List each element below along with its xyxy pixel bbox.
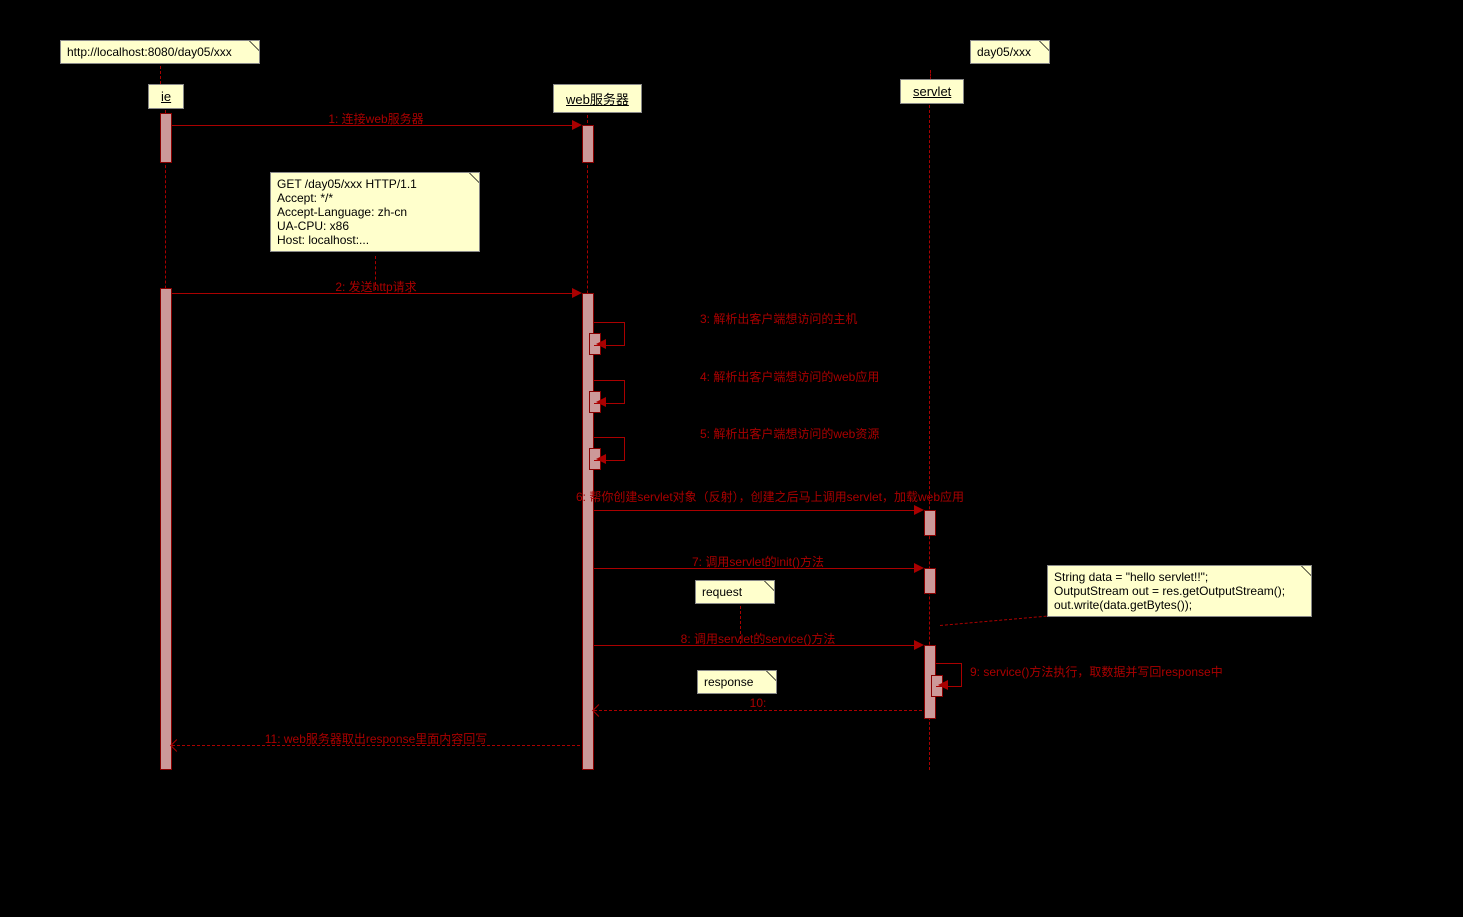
arrow [572,288,582,298]
actor-servlet: servlet [900,79,964,104]
actor-ie: ie [148,84,184,109]
connector [940,616,1047,626]
activation-servlet-7 [924,568,936,594]
msg-5-label: 5: 解析出客户端想访问的web资源 [700,425,879,442]
msg-2-label: 2: 发送http请求 [335,278,416,295]
arrow [596,454,606,464]
note-request: request [695,580,775,604]
arrow [914,640,924,650]
arrow [592,704,605,717]
activation-web-1 [582,125,594,163]
msg-11-label: 11: web服务器取出response里面内容回写 [265,730,488,747]
activation-ie-1 [160,113,172,163]
arrow [596,339,606,349]
note-app: day05/xxx [970,40,1050,64]
actor-web-server: web服务器 [553,84,642,113]
msg-7-label: 7: 调用servlet的init()方法 [692,553,824,570]
activation-web-2 [582,293,594,770]
activation-ie-2 [160,288,172,770]
arrow [596,397,606,407]
msg-8-label: 8: 调用servlet的service()方法 [681,630,836,647]
msg-10-line [594,710,922,711]
note-response: response [697,670,777,694]
note-servlet-code: String data = "hello servlet!!"; OutputS… [1047,565,1312,617]
arrow [914,505,924,515]
note-http-request: GET /day05/xxx HTTP/1.1 Accept: */* Acce… [270,172,480,252]
msg-6-label: 6: 帮你创建servlet对象（反射），创建之后马上调用servlet，加载w… [576,488,964,505]
arrow [938,680,948,690]
arrow [914,563,924,573]
activation-servlet-6 [924,510,936,536]
arrow [170,739,183,752]
msg-10-label: 10: [750,696,767,710]
arrow [572,120,582,130]
msg-4-label: 4: 解析出客户端想访问的web应用 [700,368,879,385]
msg-3-label: 3: 解析出客户端想访问的主机 [700,310,857,327]
note-url: http://localhost:8080/day05/xxx [60,40,260,64]
msg-6-line [594,510,922,511]
connector [160,66,162,84]
msg-1-label: 1: 连接web服务器 [328,110,423,127]
msg-9-label: 9: service()方法执行，取数据并写回response中 [970,663,1223,680]
